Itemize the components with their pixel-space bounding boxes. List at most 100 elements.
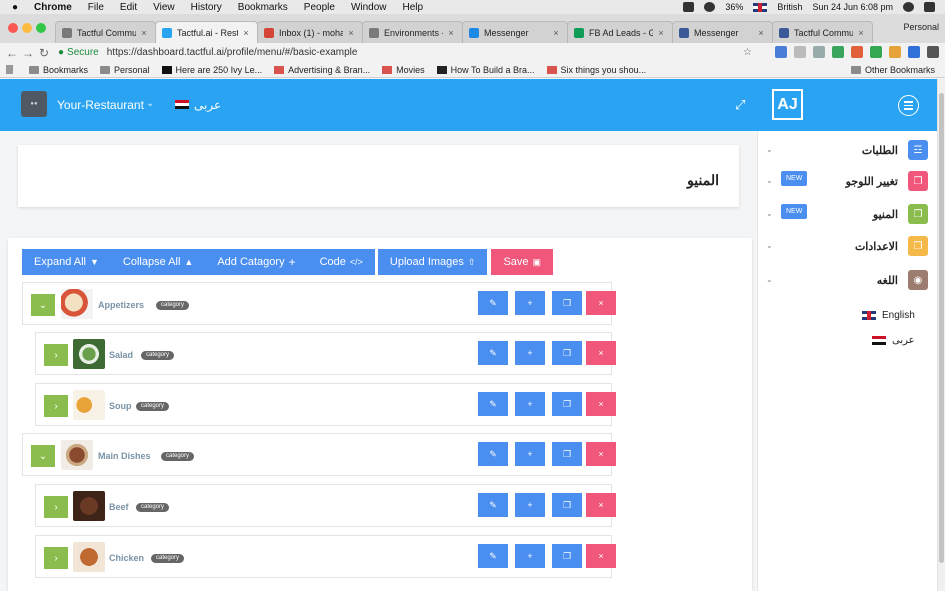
tab-close-icon[interactable]: × xyxy=(346,28,356,38)
category-row[interactable]: ⌄ Main Dishes category ✎ + ❐ × xyxy=(22,433,616,476)
chevron-down-icon[interactable]: ⌄ xyxy=(766,275,773,284)
copy-icon[interactable]: ❐ xyxy=(552,291,582,315)
bookmark-item[interactable]: Six things you shou... xyxy=(546,65,646,75)
restaurant-avatar[interactable]: ●● xyxy=(21,91,47,117)
browser-tab[interactable]: Inbox (1) - moham× xyxy=(257,21,363,43)
copy-icon[interactable]: ❐ xyxy=(552,392,582,416)
chevron-down-icon[interactable]: ⌄ xyxy=(766,241,773,250)
menu-view[interactable]: View xyxy=(153,2,175,13)
tab-close-icon[interactable]: × xyxy=(241,28,251,38)
pencil-icon[interactable]: ✎ xyxy=(478,442,508,466)
copy-icon[interactable]: ❐ xyxy=(552,341,582,365)
plus-icon[interactable]: + xyxy=(515,544,545,568)
minimize-window-icon[interactable] xyxy=(22,23,32,33)
zoom-window-icon[interactable] xyxy=(36,23,46,33)
upload-images-button[interactable]: Upload Images ⇧ xyxy=(377,249,488,275)
tab-close-icon[interactable]: × xyxy=(446,28,456,38)
tab-close-icon[interactable]: × xyxy=(139,28,149,38)
extension-icon[interactable] xyxy=(775,46,787,58)
pencil-icon[interactable]: ✎ xyxy=(478,392,508,416)
extension-icon[interactable] xyxy=(813,46,825,58)
chevron-down-icon[interactable]: ⌄ xyxy=(146,98,154,109)
tab-close-icon[interactable]: × xyxy=(656,28,666,38)
chevron-right-icon[interactable]: › xyxy=(44,395,68,417)
page-scrollbar[interactable] xyxy=(937,79,945,591)
extension-icon[interactable] xyxy=(908,46,920,58)
tab-close-icon[interactable]: × xyxy=(856,28,866,38)
category-row[interactable]: ⌄ Appetizers category ✎ + ❐ × xyxy=(22,282,616,325)
sidebar-item[interactable]: ⌄ NEW المنيو ❐ xyxy=(758,204,938,228)
bookmark-item[interactable]: Movies xyxy=(382,65,425,75)
category-image[interactable] xyxy=(73,542,105,572)
reload-icon[interactable]: ↻ xyxy=(36,46,52,60)
sidebar-item[interactable]: ⌄ الاعدادات ❐ xyxy=(758,236,938,260)
bookmark-item[interactable]: How To Build a Bra... xyxy=(436,65,535,75)
category-name[interactable]: Beef xyxy=(109,502,129,512)
pencil-icon[interactable]: ✎ xyxy=(478,341,508,365)
category-name[interactable]: Soup xyxy=(109,401,132,411)
subcategory-row[interactable]: › Soup category ✎ + ❐ × xyxy=(35,383,616,426)
sidebar-item[interactable]: ⌄ الطلبات ☲ xyxy=(758,140,938,164)
chevron-down-icon[interactable]: ⌄ xyxy=(31,445,55,467)
plus-icon[interactable]: + xyxy=(515,442,545,466)
category-name[interactable]: Chicken xyxy=(109,553,144,563)
copy-icon[interactable]: ❐ xyxy=(552,544,582,568)
language-option-english[interactable]: English xyxy=(862,310,915,321)
menu-window[interactable]: Window xyxy=(351,2,387,13)
plus-icon[interactable]: + xyxy=(515,392,545,416)
plus-icon[interactable]: + xyxy=(515,291,545,315)
input-source[interactable]: British xyxy=(777,2,802,12)
extension-icon[interactable] xyxy=(832,46,844,58)
browser-tab[interactable]: Messenger × xyxy=(672,21,773,43)
chevron-down-icon[interactable]: ⌄ xyxy=(766,209,773,218)
pencil-icon[interactable]: ✎ xyxy=(478,544,508,568)
scrollbar-thumb[interactable] xyxy=(939,93,944,563)
subcategory-row[interactable]: › Salad category ✎ + ❐ × xyxy=(35,332,616,375)
apple-menu-icon[interactable]: ● xyxy=(12,2,24,13)
extension-icon[interactable] xyxy=(889,46,901,58)
browser-tab[interactable]: Messenger × xyxy=(462,21,568,43)
menu-history[interactable]: History xyxy=(191,2,222,13)
profile-button[interactable]: Personal xyxy=(903,22,939,32)
bookmark-item[interactable]: Here are 250 Ivy Le... xyxy=(161,65,262,75)
subcategory-row[interactable]: › Chicken category ✎ + ❐ × xyxy=(35,535,616,578)
bookmark-item[interactable]: Advertising & Bran... xyxy=(274,65,370,75)
apps-icon[interactable] xyxy=(6,65,17,74)
chevron-down-icon[interactable]: ⌄ xyxy=(766,176,773,185)
browser-tab[interactable]: FB Ad Leads - Goo× xyxy=(567,21,673,43)
subcategory-row[interactable]: › Beef category ✎ + ❐ × xyxy=(35,484,616,527)
category-image[interactable] xyxy=(73,491,105,521)
sidebar-item[interactable]: ⌄ NEW تغيير اللوجو ❐ xyxy=(758,171,938,195)
close-icon[interactable]: × xyxy=(586,341,616,365)
extension-icon[interactable] xyxy=(794,46,806,58)
collapse-all-button[interactable]: Collapse All ▲ xyxy=(111,249,205,275)
close-icon[interactable]: × xyxy=(586,291,616,315)
forward-icon[interactable]: → xyxy=(20,46,36,60)
browser-tab[interactable]: Environments - Go× xyxy=(362,21,463,43)
dropbox-icon[interactable] xyxy=(683,2,695,12)
url-text[interactable]: https://dashboard.tactful.ai/profile/men… xyxy=(107,47,358,58)
extension-icon[interactable] xyxy=(870,46,882,58)
tab-close-icon[interactable]: × xyxy=(756,28,766,38)
chevron-down-icon[interactable]: ⌄ xyxy=(766,145,773,154)
fullscreen-icon[interactable]: ⤢ xyxy=(735,97,745,113)
menu-edit[interactable]: Edit xyxy=(120,2,137,13)
chevron-down-icon[interactable]: ⌄ xyxy=(31,294,55,316)
spotlight-icon[interactable] xyxy=(903,2,914,12)
category-name[interactable]: Main Dishes xyxy=(98,451,151,461)
close-icon[interactable]: × xyxy=(586,442,616,466)
category-image[interactable] xyxy=(61,440,93,470)
close-icon[interactable]: × xyxy=(586,544,616,568)
bookmark-other[interactable]: Other Bookmarks xyxy=(850,65,935,75)
restaurant-name[interactable]: Your-Restaurant xyxy=(57,98,144,112)
wifi-icon[interactable] xyxy=(704,2,716,12)
close-window-icon[interactable] xyxy=(8,23,18,33)
category-image[interactable] xyxy=(73,339,105,369)
clock[interactable]: Sun 24 Jun 6:08 pm xyxy=(812,2,893,12)
chevron-right-icon[interactable]: › xyxy=(44,344,68,366)
copy-icon[interactable]: ❐ xyxy=(552,442,582,466)
bookmark-item[interactable]: Personal xyxy=(100,65,150,75)
plus-icon[interactable]: + xyxy=(515,341,545,365)
code-button[interactable]: Code </> xyxy=(308,249,375,275)
chrome-menu-icon[interactable] xyxy=(927,46,939,58)
